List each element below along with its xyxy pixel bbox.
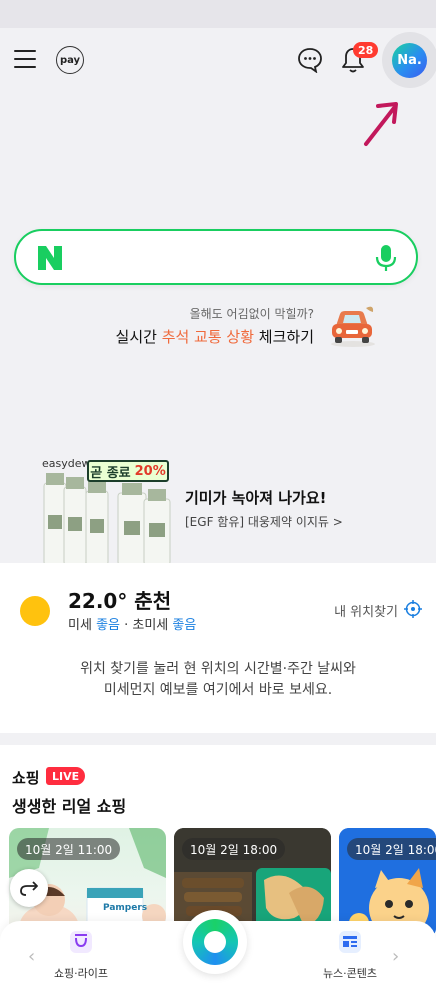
search-input[interactable]: [14, 229, 418, 285]
menu-icon[interactable]: [14, 50, 36, 68]
status-bar: [0, 0, 436, 28]
pampers-brand: Pampers: [103, 903, 148, 913]
traffic-link[interactable]: 실시간 추석 교통 상황 체크하기: [116, 326, 314, 347]
nav-shopping-life-label: 쇼핑·라이프: [53, 967, 109, 980]
share-button[interactable]: [10, 869, 48, 907]
chat-icon[interactable]: [297, 47, 323, 73]
nav-prev-icon[interactable]: ‹: [28, 946, 35, 967]
shopping-title: 쇼핑: [12, 769, 40, 787]
shopping-bag-icon: [70, 931, 92, 953]
weather-note-line1: 위치 찾기를 눌러 현 위치의 시간별·주간 날씨와: [80, 661, 356, 677]
car-icon[interactable]: [326, 302, 376, 348]
live-date: 10월 2일 18:00: [182, 838, 286, 860]
mic-icon[interactable]: [374, 243, 398, 273]
dust-info: 미세 좋음 · 초미세 좋음: [68, 614, 196, 633]
fine-dust-label: · 초미세: [119, 618, 173, 633]
weather-note-line2: 미세먼지 예보를 여기에서 바로 보세요.: [103, 682, 333, 698]
locate-button[interactable]: 내 위치찾기: [334, 601, 398, 620]
live-date: 10월 2일 11:00: [17, 838, 121, 860]
avatar[interactable]: Na.: [392, 43, 427, 78]
naver-logo-icon: [38, 246, 62, 270]
weather-temp-city: 22.0° 춘천: [68, 589, 172, 613]
badge-text: 곧 종료: [90, 465, 131, 481]
discount-badge: 곧 종료 20%: [87, 460, 169, 482]
ad-banner[interactable]: easydew 곧 종료 20% 기미가 녹아져 나가요! [EGF 함유] 대웅…: [0, 455, 436, 565]
nav-news-content-label: 뉴스·콘텐츠: [322, 967, 378, 980]
weather-note: 위치 찾기를 눌러 현 위치의 시간별·주간 날씨와 미세먼지 예보를 여기에서…: [0, 659, 436, 701]
live-date: 10월 2일 18:00: [347, 838, 436, 860]
sun-icon: [20, 596, 50, 626]
dust-value: 좋음: [96, 618, 120, 633]
locate-target-icon[interactable]: [404, 600, 422, 618]
annotation-arrow-icon: [364, 102, 398, 146]
traffic-prefix: 실시간: [115, 328, 162, 346]
news-icon: [339, 931, 361, 953]
green-dot-button[interactable]: [183, 910, 247, 974]
notification-badge: 28: [353, 42, 379, 58]
nav-news-content[interactable]: 뉴스·콘텐츠: [305, 929, 395, 981]
shopping-subtitle: 생생한 리얼 쇼핑: [12, 797, 127, 816]
fine-dust-value: 좋음: [172, 618, 197, 633]
share-arrow-icon: [20, 881, 38, 896]
traffic-suffix: 체크하기: [254, 328, 314, 346]
ad-title: 기미가 녹아져 나가요!: [185, 489, 327, 507]
nav-shopping-life[interactable]: 쇼핑·라이프: [36, 929, 126, 981]
traffic-highlight: 추석 교통 상황: [161, 328, 255, 346]
ad-subtitle: [EGF 함유] 대웅제약 이지듀 >: [185, 515, 343, 529]
weather-card: 22.0° 춘천 미세 좋음 · 초미세 좋음 내 위치찾기 위치 찾기를 눌러…: [0, 563, 436, 733]
dust-label: 미세: [68, 618, 97, 633]
live-badge: LIVE: [46, 767, 86, 785]
badge-percent: 20%: [134, 463, 166, 479]
traffic-subtitle: 올해도 어김없이 막힐까?: [189, 307, 314, 321]
pay-button[interactable]: pay: [56, 46, 84, 74]
nav-next-icon[interactable]: ›: [392, 946, 399, 967]
